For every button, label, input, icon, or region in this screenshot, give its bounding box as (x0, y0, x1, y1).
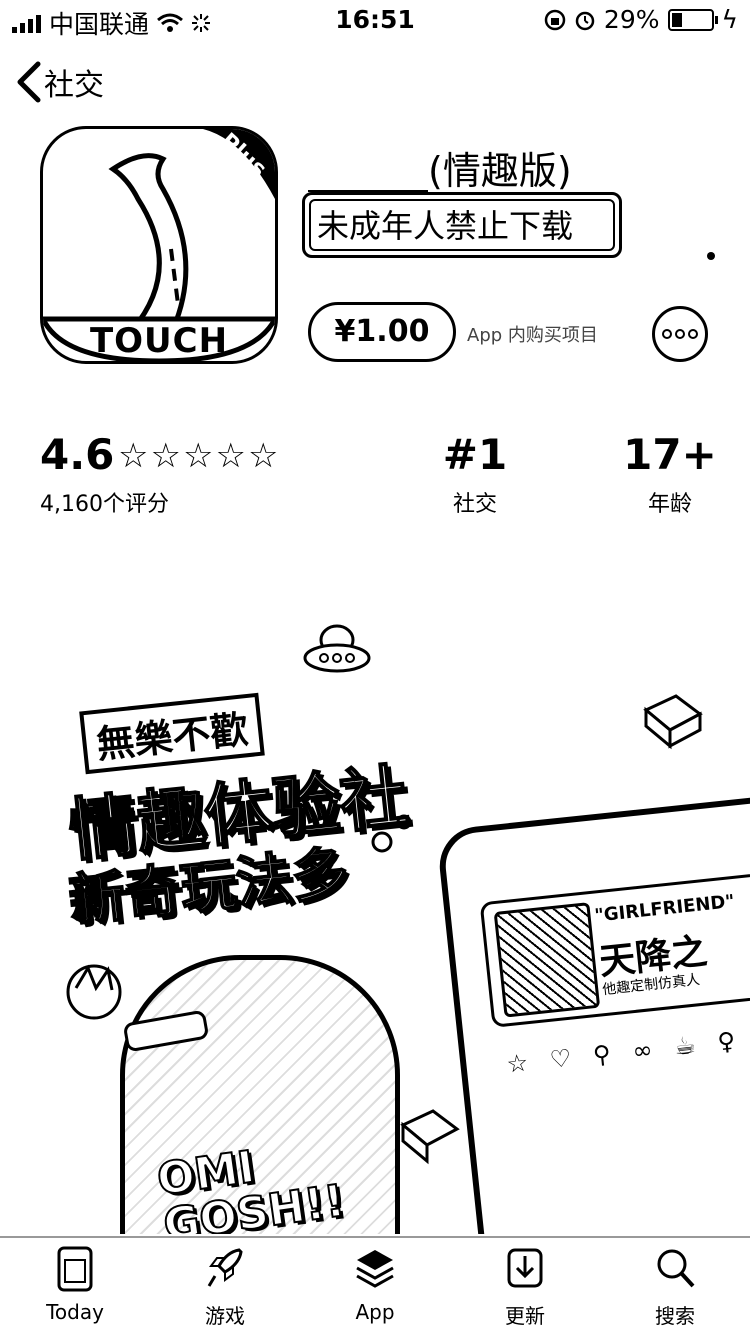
rotation-lock-icon (544, 9, 566, 30)
tab-label: 搜索 (655, 1304, 695, 1328)
tab-search[interactable]: 搜索 (600, 1244, 750, 1329)
tab-label: Today (46, 1300, 104, 1324)
bubbles-icon (371, 814, 412, 853)
age-rating: 17+ (623, 430, 717, 479)
grid-cup-icon: ☕ (672, 1030, 698, 1061)
tab-label: 更新 (505, 1304, 545, 1328)
rating-count: 4,160个评分 (40, 492, 169, 517)
search-icon (657, 1249, 695, 1288)
today-icon (57, 1246, 93, 1292)
chart-category: 社交 (452, 492, 497, 517)
status-bar: 中国联通 16:51 29% ϟ (0, 0, 750, 40)
grid-person-icon: ⚲ (591, 1039, 613, 1070)
banner-photo (493, 902, 601, 1018)
ellipsis-icon (662, 329, 672, 339)
grid-star-icon: ☆ (505, 1048, 530, 1079)
layers-icon (356, 1250, 394, 1288)
app-icon: Plus TOUCH (40, 126, 278, 364)
grid-glasses-icon: ∞ (631, 1035, 654, 1066)
rocket-icon (207, 1248, 243, 1287)
star-rating: ☆☆☆☆☆ (118, 436, 280, 476)
bottle-icon (124, 1011, 208, 1051)
phone-grid: ☆ ♡ ⚲ ∞ ☕ ♀ (505, 1017, 750, 1079)
star-icon: ☆ (247, 436, 281, 476)
battery-icon (667, 8, 718, 31)
charging-icon: ϟ (721, 5, 739, 34)
app-title: (情趣版) (308, 140, 572, 195)
icon-text: TOUCH (89, 321, 229, 361)
tab-today[interactable]: Today (0, 1244, 150, 1324)
ufo-icon (303, 624, 371, 673)
price-button[interactable]: ¥1.00 (308, 302, 456, 362)
age-rating-label: 年龄 (647, 492, 692, 517)
star-icon: ☆ (182, 436, 216, 476)
back-label: 社交 (44, 68, 104, 103)
decorative-dot (707, 252, 715, 260)
app-screenshot[interactable]: 無樂不歡 情趣体验社 新奇玩法多 "GIRLFRIEND" 天降之 他趣定制仿真… (40, 580, 750, 1234)
chart-rank: #1 (442, 430, 508, 479)
banner-title: "GIRLFRIEND" (593, 890, 736, 927)
alarm-icon (575, 11, 595, 30)
grid-heart-icon: ♡ (548, 1043, 573, 1075)
box-icon (643, 694, 703, 750)
star-icon: ☆ (118, 436, 151, 476)
title-redaction (308, 156, 428, 192)
phone-mockup: "GIRLFRIEND" 天降之 他趣定制仿真人 ☆ ♡ ⚲ ∞ ☕ ♀ (435, 791, 750, 1234)
in-app-purchase-note: App 内购买项目 (467, 325, 598, 346)
bowl-icon (66, 964, 122, 1020)
tab-games[interactable]: 游戏 (150, 1244, 300, 1329)
tab-updates[interactable]: 更新 (450, 1244, 600, 1329)
download-icon (507, 1248, 543, 1288)
star-icon: ☆ (215, 436, 248, 476)
tab-label: 游戏 (205, 1304, 245, 1328)
battery-percent: 29% (603, 5, 660, 34)
app-subtitle: 未成年人禁止下载 (302, 192, 622, 258)
chevron-left-icon (17, 61, 41, 103)
tab-apps[interactable]: App (300, 1244, 450, 1324)
more-options-button[interactable] (652, 306, 708, 362)
grid-doll-icon: ♀ (716, 1026, 737, 1057)
rating-value: 4.6 (40, 430, 115, 479)
phone-banner: "GIRLFRIEND" 天降之 他趣定制仿真人 (479, 866, 750, 1028)
tab-bar: Today 游戏 App 更新 搜索 (0, 1236, 750, 1336)
box-icon-2 (400, 1109, 460, 1165)
back-button[interactable]: 社交 (14, 60, 104, 104)
tab-label: App (355, 1300, 395, 1324)
star-icon: ☆ (150, 436, 183, 476)
